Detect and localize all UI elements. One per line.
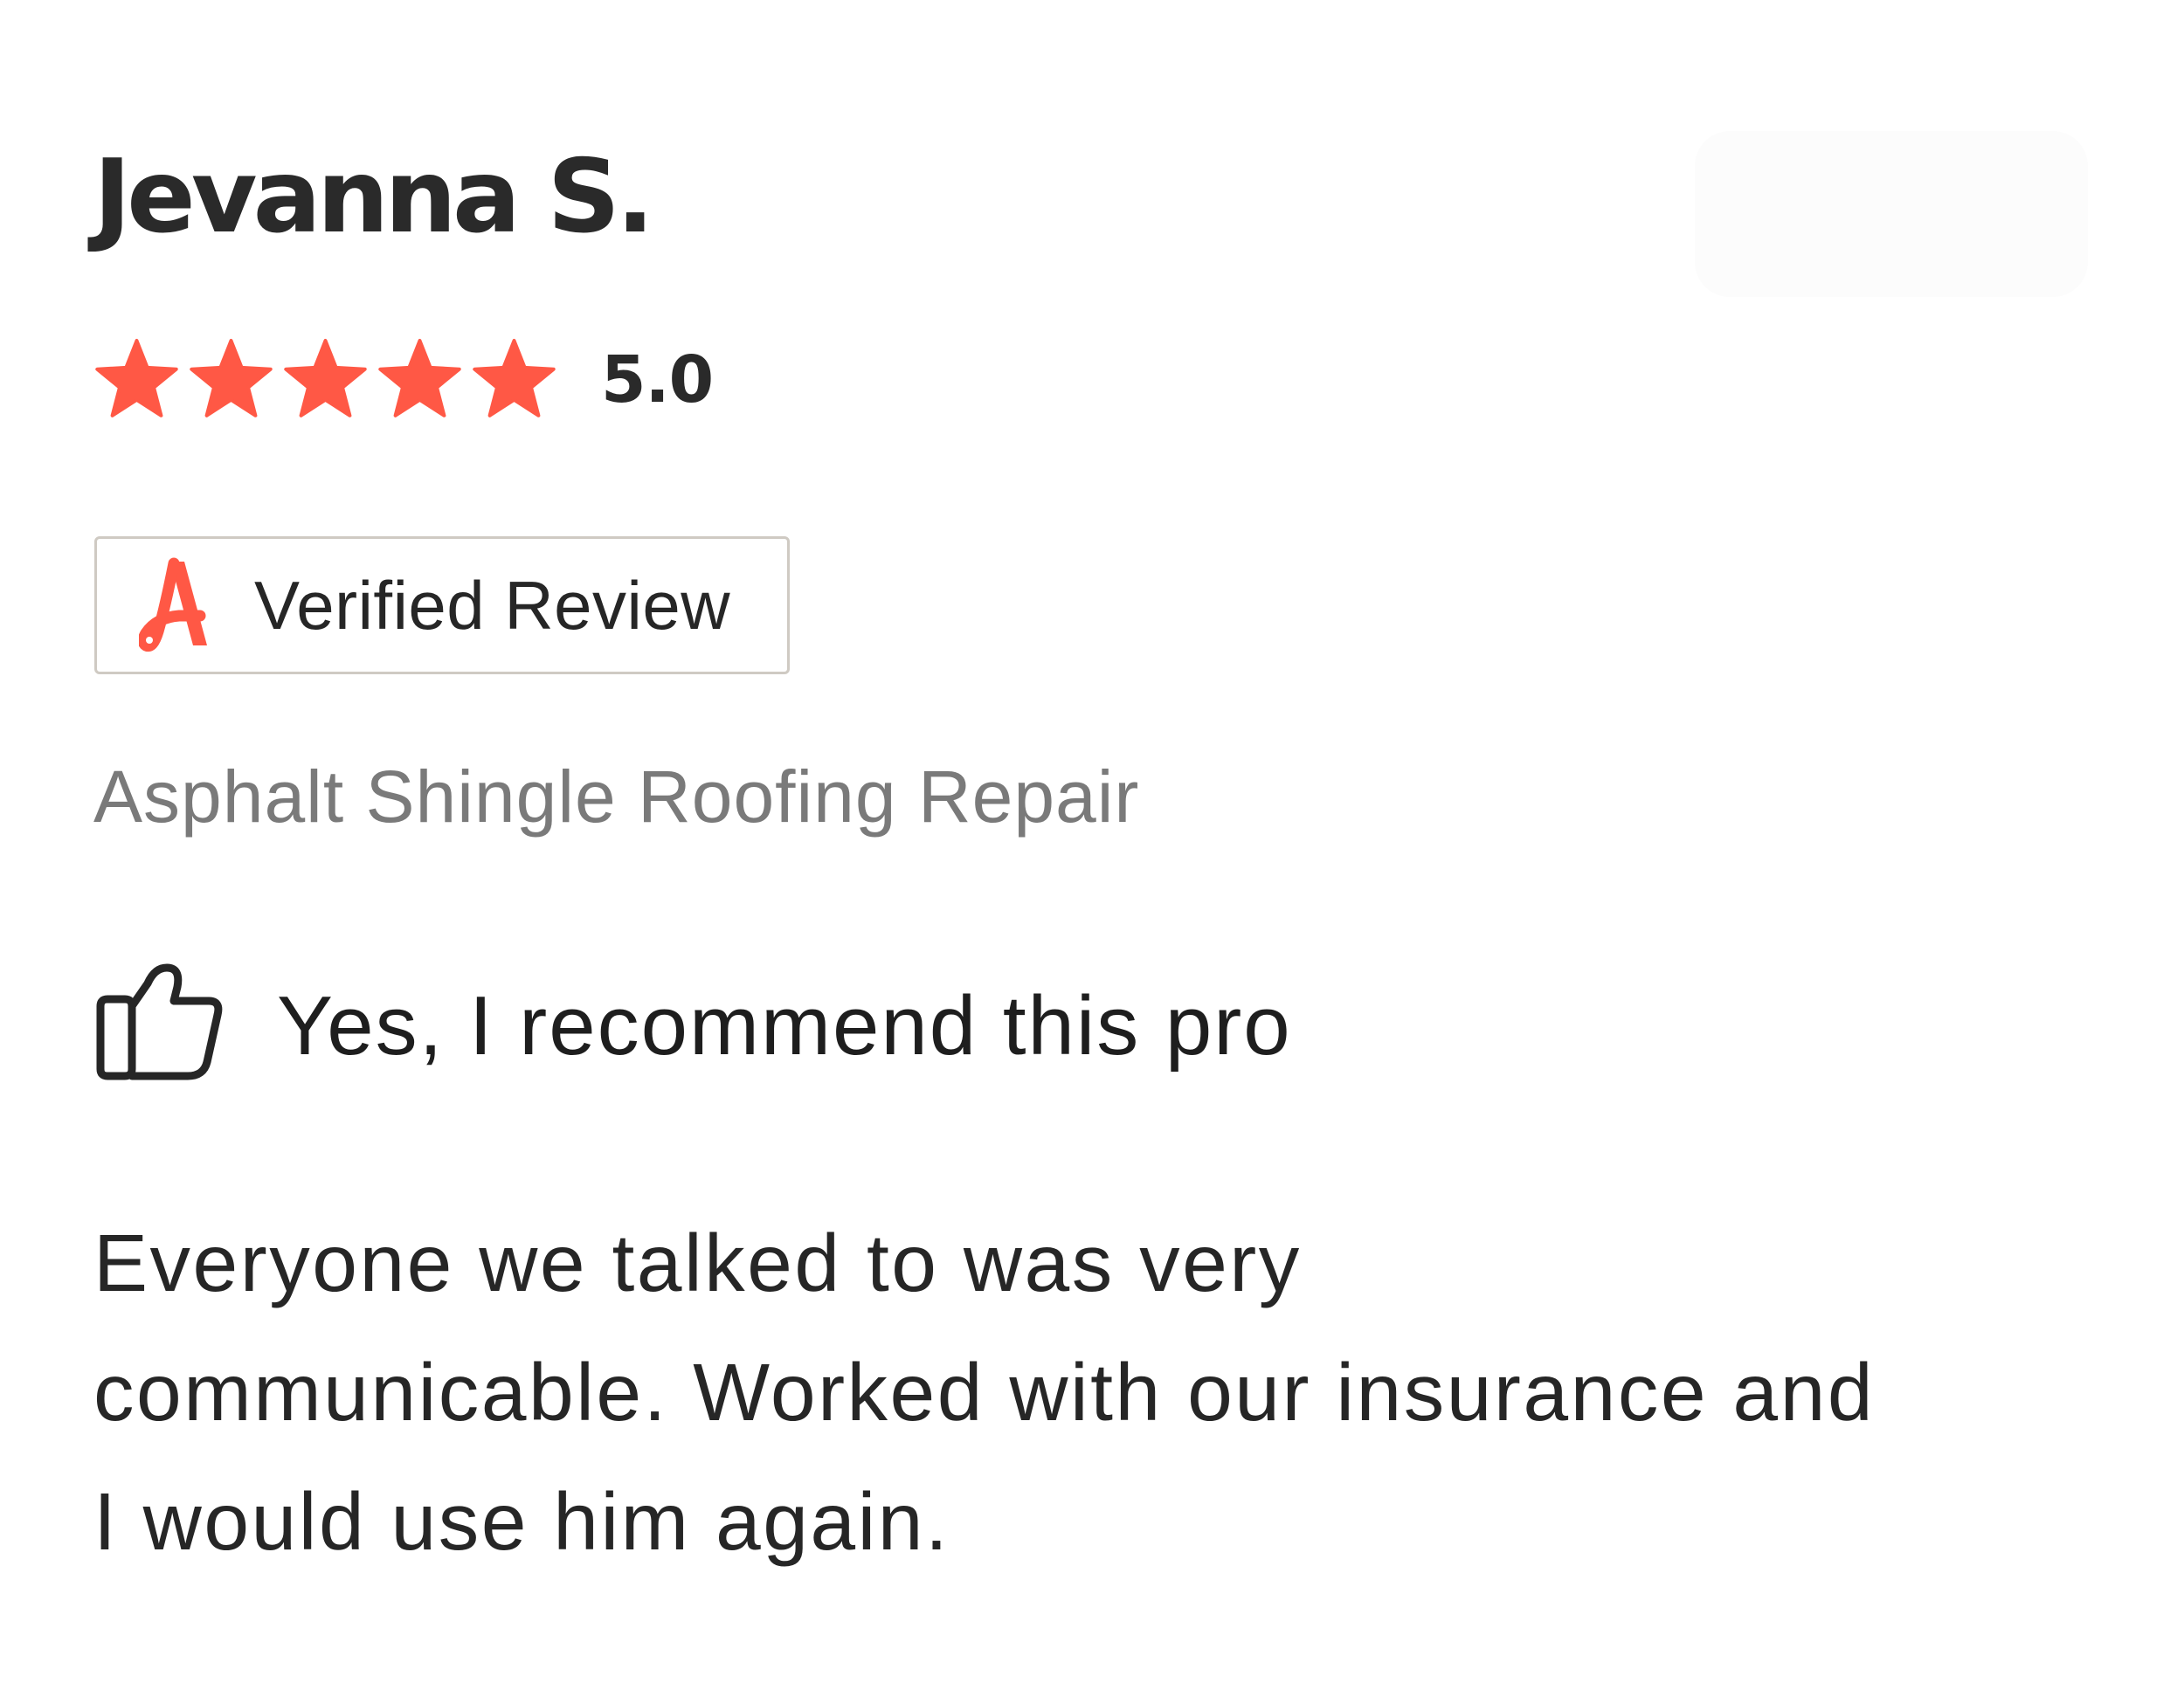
review-body-line: Everyone we talked to was very (93, 1218, 1302, 1308)
faint-action-button[interactable] (1695, 131, 2088, 297)
rating-value: 5.0 (601, 342, 714, 417)
reviewer-name: Jevanna S. (93, 138, 654, 256)
review-body: Everyone we talked to was very communica… (93, 1198, 2129, 1586)
star-icon (473, 338, 556, 417)
star-icon (284, 338, 367, 417)
review-body-line: communicable. Worked with our insurance … (93, 1347, 1876, 1438)
thumbs-up-icon (96, 963, 223, 1080)
verified-review-label: Verified Review (254, 567, 731, 644)
angi-logo-icon (139, 557, 207, 652)
rating-row: 5.0 (93, 336, 714, 424)
recommendation-row: Yes, I recommend this pro (93, 961, 1292, 1092)
review-body-line: I would use him again. (93, 1476, 950, 1567)
star-icon (190, 338, 273, 417)
star-rating (93, 337, 557, 424)
verified-review-badge[interactable]: Verified Review (94, 536, 790, 674)
star-icon (95, 338, 178, 417)
review-card: Jevanna S. 5.0 Verified Review Asphalt S… (0, 0, 2184, 1704)
star-icon (378, 338, 461, 417)
recommendation-text: Yes, I recommend this pro (277, 979, 1292, 1073)
service-name: Asphalt Shingle Roofing Repair (93, 755, 1140, 838)
